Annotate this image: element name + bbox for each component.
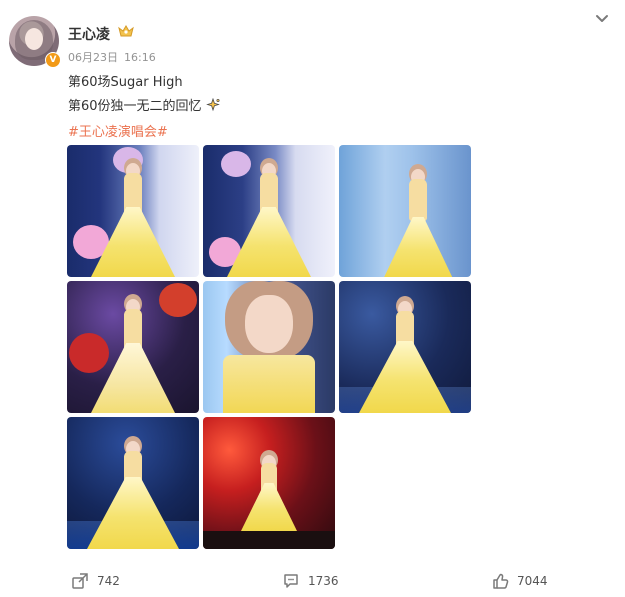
post-text-line-2: 第60份独一无二的回忆 [68,95,221,114]
username[interactable]: 王心凌 [68,24,110,44]
share-icon [72,573,88,589]
comment-count: 1736 [308,574,339,588]
photo-2[interactable] [203,145,335,277]
post-time[interactable]: 16:16 [124,51,156,64]
performer-dress [241,483,297,531]
crown-icon [118,25,134,37]
photo-4[interactable] [67,281,199,413]
like-action[interactable]: 7044 [491,572,548,590]
comment-icon [284,574,298,588]
photo-5[interactable] [203,281,335,413]
performer-dress [359,341,451,413]
photo-7[interactable] [67,417,199,549]
performer-dress [227,207,311,277]
post-date[interactable]: 06月23日 [68,51,118,64]
photo-6[interactable] [339,281,471,413]
performer-dress [87,477,179,549]
chevron-down-icon[interactable] [595,12,609,26]
performer-face [245,295,293,353]
like-count: 7044 [517,574,548,588]
sparkle-icon [205,97,220,111]
like-icon [493,573,509,589]
performer-dress [223,355,315,413]
photo-1[interactable] [67,145,199,277]
hashtag-link[interactable]: #王心凌演唱会# [68,121,168,140]
post-text-line-2-text: 第60份独一无二的回忆 [68,99,202,114]
post-text-line-1: 第60场Sugar High [68,75,183,90]
share-action[interactable]: 742 [71,572,120,590]
share-count: 742 [97,574,120,588]
photo-8[interactable] [203,417,335,549]
performer-dress [384,217,453,277]
post-meta: 06月23日 16:16 [68,49,156,65]
comment-action[interactable]: 1736 [282,572,339,590]
performer-torso [409,179,428,221]
photo-3[interactable] [339,145,471,277]
avatar-face [25,28,43,50]
verified-badge: V [45,52,61,68]
